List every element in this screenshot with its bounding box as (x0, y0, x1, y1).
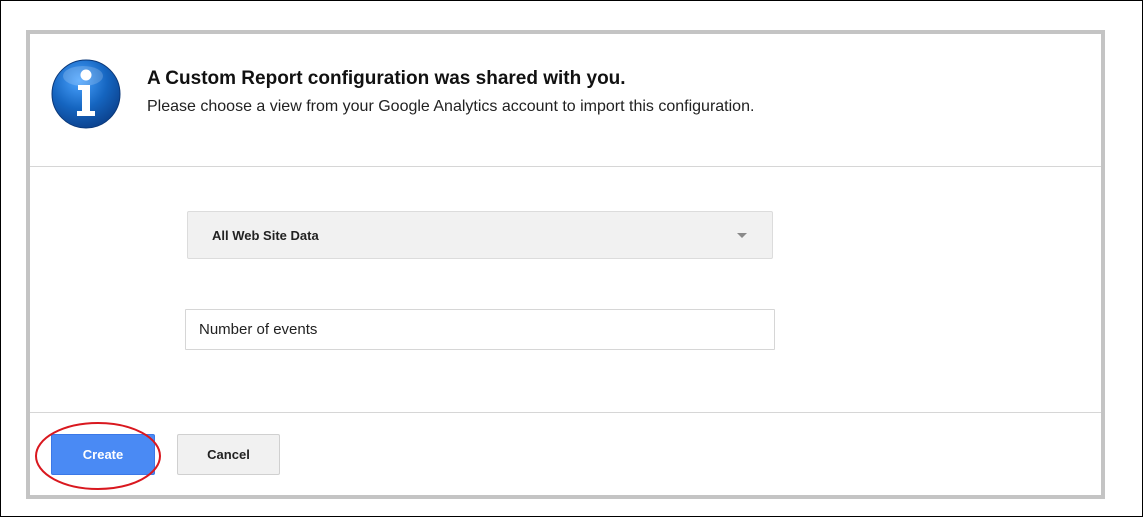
dialog-footer: Create Cancel (30, 413, 1101, 495)
dialog-header: A Custom Report configuration was shared… (30, 34, 1101, 167)
view-select-dropdown[interactable]: All Web Site Data (187, 211, 773, 259)
create-button[interactable]: Create (51, 434, 155, 475)
dialog-body: All Web Site Data (30, 167, 1101, 413)
view-select-value: All Web Site Data (212, 228, 319, 243)
info-icon (51, 59, 121, 129)
dialog-subtitle: Please choose a view from your Google An… (147, 98, 755, 115)
cancel-button[interactable]: Cancel (177, 434, 280, 475)
report-name-input[interactable] (185, 309, 775, 350)
dialog-title: A Custom Report configuration was shared… (147, 68, 626, 89)
caret-down-icon (737, 233, 747, 238)
import-config-dialog: A Custom Report configuration was shared… (26, 30, 1105, 499)
